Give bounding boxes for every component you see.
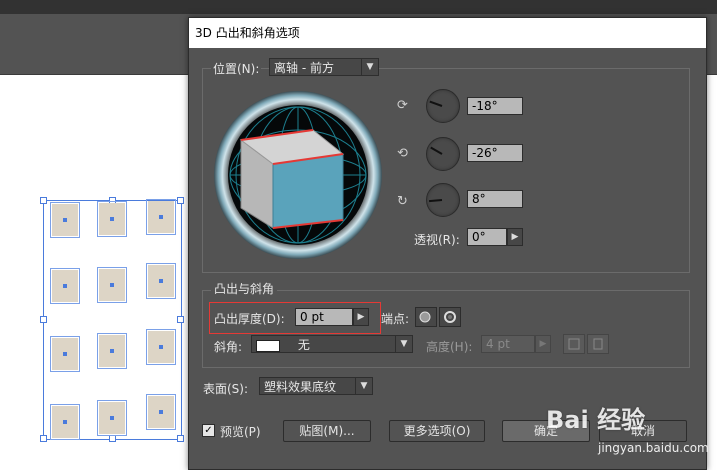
height-slider-button[interactable]: ▶ <box>535 335 551 353</box>
tile-shape[interactable] <box>50 202 80 238</box>
position-select-value: 离轴 - 前方 <box>274 61 334 75</box>
more-options-button[interactable]: 更多选项(O) <box>389 420 485 442</box>
tile-shape[interactable] <box>97 333 127 369</box>
bevel-in-button[interactable] <box>587 334 609 354</box>
cap-label: 端点: <box>381 312 410 326</box>
rotate-x-icon: ⟳ <box>397 98 408 113</box>
tile-shape[interactable] <box>146 199 176 235</box>
surface-select-value: 塑料效果底纹 <box>264 380 337 394</box>
surface-label: 表面(S): <box>203 382 249 396</box>
selection-handle[interactable] <box>177 316 184 323</box>
bevel-swatch-icon <box>256 339 280 352</box>
tile-shape[interactable] <box>146 263 176 299</box>
tile-shape[interactable] <box>50 336 80 372</box>
tile-shape[interactable] <box>50 404 80 440</box>
depth-field[interactable]: 0 pt <box>295 308 353 326</box>
tile-shape[interactable] <box>97 267 127 303</box>
selection-handle[interactable] <box>40 197 47 204</box>
3d-track-cube[interactable] <box>213 90 383 260</box>
selection-bounding-box[interactable] <box>40 197 184 442</box>
height-field[interactable]: 4 pt <box>481 335 535 353</box>
rotate-x-field[interactable]: -18° <box>467 97 523 115</box>
selection-handle[interactable] <box>177 197 184 204</box>
rotate-z-field[interactable]: 8° <box>467 190 523 208</box>
tile-shape[interactable] <box>97 400 127 436</box>
rotate-z-icon: ↻ <box>397 194 408 209</box>
bevel-out-button[interactable] <box>563 334 585 354</box>
rotate-y-icon: ⟲ <box>397 146 408 161</box>
position-label: 位置(N): <box>211 60 262 77</box>
title-bar <box>0 0 717 14</box>
preview-checkbox[interactable]: ✓ <box>202 424 215 437</box>
height-label: 高度(H): <box>426 340 473 354</box>
chevron-down-icon: ▼ <box>355 378 372 394</box>
tile-shape[interactable] <box>146 329 176 365</box>
selection-handle[interactable] <box>40 316 47 323</box>
rotate-y-field[interactable]: -26° <box>467 144 523 162</box>
bevel-label: 斜角: <box>214 340 243 354</box>
map-button[interactable]: 贴图(M)... <box>283 420 371 442</box>
depth-slider-button[interactable]: ▶ <box>353 308 369 326</box>
rotate-y-dial[interactable] <box>426 137 460 171</box>
tile-shape[interactable] <box>146 394 176 430</box>
extrude-bevel-group-label: 凸出与斜角 <box>211 280 278 297</box>
chevron-down-icon: ▼ <box>361 59 378 75</box>
selection-handle[interactable] <box>40 435 47 442</box>
surface-select[interactable]: 塑料效果底纹 ▼ <box>259 377 373 395</box>
cap-off-button[interactable] <box>439 307 461 327</box>
bevel-select[interactable]: 无 ▼ <box>251 335 413 353</box>
watermark-logo: Bai 经验 <box>546 406 646 434</box>
selection-handle[interactable] <box>109 435 116 442</box>
chevron-down-icon: ▼ <box>395 336 412 352</box>
watermark-url: jingyan.baidu.com <box>598 441 709 455</box>
cap-on-button[interactable] <box>415 307 437 327</box>
perspective-label: 透视(R): <box>414 233 460 247</box>
tile-shape[interactable] <box>50 268 80 304</box>
rotate-x-dial[interactable] <box>426 89 460 123</box>
position-select[interactable]: 离轴 - 前方 ▼ <box>269 58 379 76</box>
cube-front-face <box>272 153 344 229</box>
preview-label: 预览(P) <box>220 425 261 439</box>
depth-label: 凸出厚度(D): <box>214 312 285 326</box>
perspective-field[interactable]: 0° <box>467 228 507 246</box>
tile-shape[interactable] <box>97 201 127 237</box>
dialog-title: 3D 凸出和斜角选项 <box>189 18 706 48</box>
perspective-slider-button[interactable]: ▶ <box>507 228 523 246</box>
rotate-z-dial[interactable] <box>426 183 460 217</box>
bevel-select-value: 无 <box>297 338 310 352</box>
selection-handle[interactable] <box>177 435 184 442</box>
